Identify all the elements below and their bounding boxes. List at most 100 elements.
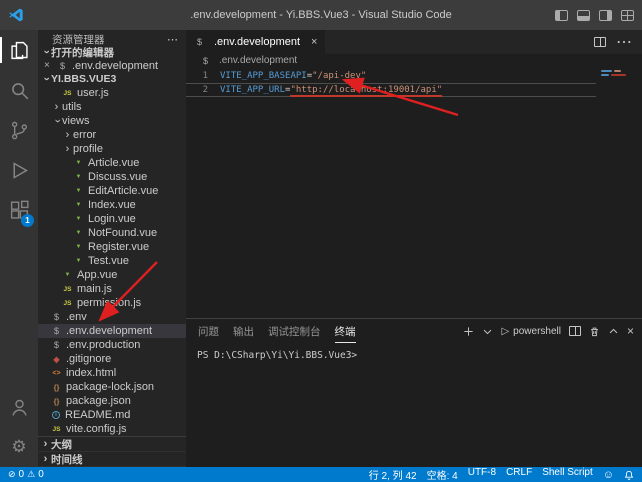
status-item[interactable]: CRLF bbox=[506, 467, 532, 482]
env-file-icon: $ bbox=[51, 326, 62, 336]
panel-tab-输出[interactable]: 输出 bbox=[233, 319, 254, 343]
split-terminal-icon[interactable] bbox=[569, 326, 581, 336]
tree-item-Article.vue[interactable]: ▼Article.vue bbox=[38, 156, 186, 170]
code-line-2[interactable]: 2VITE_APP_URL="http://localhost:19001/ap… bbox=[186, 83, 596, 97]
close-editor-icon[interactable]: × bbox=[44, 60, 54, 71]
run-debug-icon[interactable] bbox=[0, 150, 38, 190]
open-editors-header[interactable]: › 打开的编辑器 bbox=[38, 46, 186, 59]
source-control-icon[interactable] bbox=[0, 110, 38, 150]
tree-item-.gitignore[interactable]: ◆ .gitignore bbox=[38, 352, 186, 366]
extensions-icon[interactable]: 1 bbox=[0, 190, 38, 230]
feedback-smiley-icon[interactable]: ☺ bbox=[603, 469, 614, 481]
status-item[interactable]: 行 2, 列 42 bbox=[369, 467, 417, 482]
tree-item-label: Discuss.vue bbox=[88, 171, 147, 183]
env-file-icon: $ bbox=[51, 340, 62, 350]
customize-layout-icon[interactable] bbox=[621, 10, 634, 21]
tree-item-label: README.md bbox=[65, 409, 130, 421]
status-item[interactable]: Shell Script bbox=[542, 467, 593, 482]
tree-item-label: views bbox=[62, 115, 90, 127]
chevron-down-icon: › bbox=[41, 73, 52, 84]
status-item[interactable]: UTF-8 bbox=[468, 467, 496, 482]
problems-status[interactable]: ⊘ 0 ⚠ 0 bbox=[8, 469, 44, 480]
terminal-shell-selector[interactable]: ▷ powershell bbox=[501, 326, 561, 337]
tree-item-README.md[interactable]: iREADME.md bbox=[38, 408, 186, 422]
tree-item-vite.config.js[interactable]: JSvite.config.js bbox=[38, 422, 186, 436]
tree-item-main.js[interactable]: JSmain.js bbox=[38, 282, 186, 296]
tree-item-package-lock.json[interactable]: {}package-lock.json bbox=[38, 380, 186, 394]
tree-item-label: Index.vue bbox=[88, 199, 136, 211]
breadcrumb[interactable]: $ .env.development bbox=[186, 54, 642, 67]
settings-gear-icon[interactable]: ⚙ bbox=[0, 427, 38, 467]
chevron-right-icon: › bbox=[40, 439, 51, 450]
tree-item-permission.js[interactable]: JSpermission.js bbox=[38, 296, 186, 310]
tree-item-label: vite.config.js bbox=[66, 423, 127, 435]
warnings-icon: ⚠ bbox=[27, 469, 35, 480]
project-root-header[interactable]: › YI.BBS.VUE3 bbox=[38, 73, 186, 87]
tree-item-Index.vue[interactable]: ▼Index.vue bbox=[38, 198, 186, 212]
tree-item-package.json[interactable]: {}package.json bbox=[38, 394, 186, 408]
panel-tab-问题[interactable]: 问题 bbox=[198, 319, 219, 343]
tree-item-App.vue[interactable]: ▼App.vue bbox=[38, 268, 186, 282]
tree-item-error[interactable]: ›error bbox=[38, 128, 186, 142]
vue-file-icon: ▼ bbox=[73, 216, 84, 222]
tree-item-.env.production[interactable]: $.env.production bbox=[38, 338, 186, 352]
tree-item-utils[interactable]: ›utils bbox=[38, 100, 186, 114]
toggle-sidebar-icon[interactable] bbox=[555, 10, 568, 21]
panel-tab-终端[interactable]: 终端 bbox=[335, 319, 356, 343]
folder-chevron-icon: › bbox=[52, 115, 63, 126]
string-token: "http://localhost:19001/api" bbox=[290, 83, 442, 97]
extensions-badge: 1 bbox=[21, 214, 34, 227]
code-editor[interactable]: 1VITE_APP_BASEAPI="/api-dev"2VITE_APP_UR… bbox=[186, 67, 642, 318]
errors-icon: ⊘ bbox=[8, 469, 16, 480]
explorer-sidebar: 资源管理器 ⋯ › 打开的编辑器 × $ .env.development › … bbox=[38, 30, 186, 467]
close-tab-icon[interactable]: × bbox=[311, 36, 317, 48]
tree-item-label: .gitignore bbox=[66, 353, 111, 365]
errors-count: 0 bbox=[19, 469, 25, 480]
tree-item-.env.development[interactable]: $.env.development bbox=[38, 324, 186, 338]
toggle-secondary-sidebar-icon[interactable] bbox=[599, 10, 612, 21]
terminal-output[interactable]: PS D:\CSharp\Yi\Yi.BBS.Vue3> bbox=[186, 343, 642, 467]
tab-env-development[interactable]: $ .env.development × bbox=[186, 30, 326, 54]
terminal-profile-chevron-icon[interactable] bbox=[482, 326, 493, 337]
open-editor-item[interactable]: × $ .env.development bbox=[38, 59, 186, 73]
tree-item-Discuss.vue[interactable]: ▼Discuss.vue bbox=[38, 170, 186, 184]
outline-section-header[interactable]: › 大纲 bbox=[38, 437, 186, 452]
editor-area: $ .env.development × ⋯ $ .env.developmen… bbox=[186, 30, 642, 467]
vue-file-icon: ▼ bbox=[73, 188, 84, 194]
tree-item-.env[interactable]: $.env bbox=[38, 310, 186, 324]
split-editor-icon[interactable] bbox=[594, 37, 606, 47]
explorer-icon[interactable] bbox=[0, 30, 38, 70]
maximize-panel-icon[interactable] bbox=[608, 326, 619, 337]
tree-item-EditArticle.vue[interactable]: ▼EditArticle.vue bbox=[38, 184, 186, 198]
panel-tab-调试控制台[interactable]: 调试控制台 bbox=[268, 319, 321, 343]
tree-item-NotFound.vue[interactable]: ▼NotFound.vue bbox=[38, 226, 186, 240]
account-icon[interactable] bbox=[0, 387, 38, 427]
tree-item-index.html[interactable]: <>index.html bbox=[38, 366, 186, 380]
tree-item-user.js[interactable]: JSuser.js bbox=[38, 86, 186, 100]
vue-file-icon: ▼ bbox=[62, 272, 73, 278]
explorer-more-actions-icon[interactable]: ⋯ bbox=[167, 33, 178, 46]
notifications-bell-icon[interactable] bbox=[624, 470, 634, 480]
tree-item-label: Login.vue bbox=[88, 213, 136, 225]
vue-file-icon: ▼ bbox=[73, 230, 84, 236]
tree-item-label: profile bbox=[73, 143, 103, 155]
kill-terminal-icon[interactable] bbox=[589, 326, 600, 337]
new-terminal-icon[interactable] bbox=[463, 326, 474, 337]
tree-item-views[interactable]: ›views bbox=[38, 114, 186, 128]
editor-more-actions-icon[interactable]: ⋯ bbox=[616, 32, 632, 52]
tree-item-Register.vue[interactable]: ▼Register.vue bbox=[38, 240, 186, 254]
close-panel-icon[interactable]: × bbox=[627, 324, 634, 338]
tree-item-Test.vue[interactable]: ▼Test.vue bbox=[38, 254, 186, 268]
tree-item-label: permission.js bbox=[77, 297, 141, 309]
tree-item-label: Article.vue bbox=[88, 157, 139, 169]
git-file-icon: ◆ bbox=[51, 355, 62, 364]
search-icon[interactable] bbox=[0, 70, 38, 110]
tree-item-profile[interactable]: ›profile bbox=[38, 142, 186, 156]
code-line-1[interactable]: 1VITE_APP_BASEAPI="/api-dev" bbox=[186, 69, 596, 83]
minimap[interactable] bbox=[601, 70, 637, 78]
tree-item-Login.vue[interactable]: ▼ Login.vue bbox=[38, 212, 186, 226]
status-item[interactable]: 空格: 4 bbox=[427, 467, 458, 482]
timeline-section-header[interactable]: › 时间线 bbox=[38, 452, 186, 467]
status-bar: ⊘ 0 ⚠ 0 行 2, 列 42 空格: 4 UTF-8 CRLF Shell Scr… bbox=[0, 467, 642, 482]
toggle-panel-icon[interactable] bbox=[577, 10, 590, 21]
